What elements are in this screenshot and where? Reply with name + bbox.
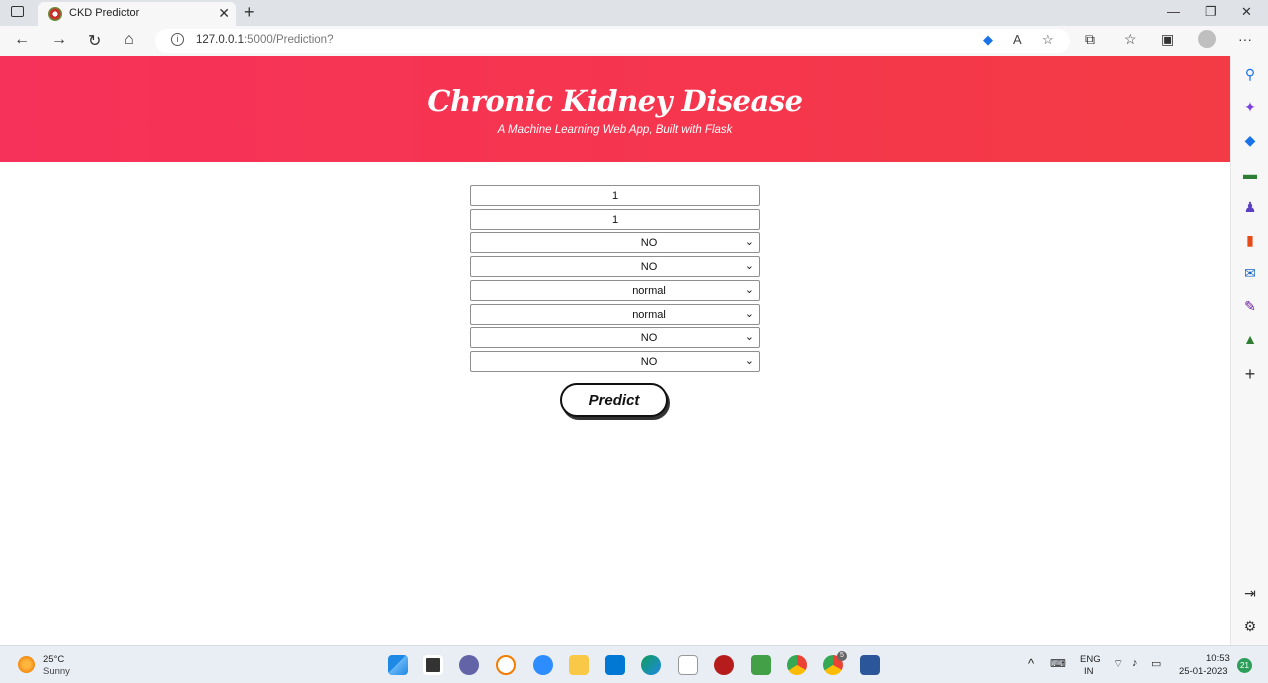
input-field-1[interactable] — [470, 185, 760, 206]
select-value: NO — [640, 356, 658, 368]
language-indicator[interactable]: ENG — [1080, 654, 1101, 665]
start-icon[interactable] — [388, 655, 408, 675]
shopping-icon[interactable]: ◆ — [1242, 132, 1258, 148]
tree-icon[interactable]: ▲ — [1242, 331, 1258, 347]
profile-avatar[interactable] — [1198, 30, 1216, 48]
refresh-icon[interactable]: ↻ — [88, 31, 101, 51]
back-icon[interactable]: ← — [14, 31, 30, 49]
extensions-icon[interactable]: ⧉ — [1085, 31, 1095, 48]
word-icon[interactable] — [860, 655, 880, 675]
chevron-down-icon: ⌄ — [744, 308, 754, 320]
jupyter-icon[interactable] — [496, 655, 516, 675]
copilot-icon[interactable]: ✦ — [1242, 99, 1258, 115]
close-window-icon[interactable]: ✕ — [1241, 4, 1252, 20]
shopping-tag-icon[interactable]: ◆ — [983, 32, 993, 48]
select-value: normal — [632, 309, 666, 321]
predict-button[interactable]: Predict — [560, 383, 668, 417]
volume-icon[interactable]: ♪ — [1132, 657, 1138, 669]
weather-temperature: 25°C — [43, 654, 65, 665]
notification-badge[interactable]: 21 — [1237, 658, 1252, 673]
weather-condition: Sunny — [43, 666, 70, 677]
search-icon[interactable]: ⚲ — [1242, 66, 1258, 82]
keyboard-app-icon[interactable] — [678, 655, 698, 675]
forward-icon[interactable]: → — [51, 31, 67, 49]
sun-icon[interactable] — [18, 656, 35, 673]
vscode-icon[interactable] — [605, 655, 625, 675]
select-value: normal — [632, 285, 666, 297]
settings-icon[interactable]: ⚙ — [1242, 618, 1258, 634]
chrome-icon[interactable] — [787, 655, 807, 675]
favorites-icon[interactable]: ☆ — [1124, 31, 1137, 48]
chevron-down-icon: ⌄ — [744, 355, 754, 367]
clock-date: 25-01-2023 — [1179, 666, 1228, 677]
minimize-icon[interactable]: — — [1167, 4, 1180, 19]
chevron-down-icon: ⌄ — [744, 284, 754, 296]
ruby-icon[interactable] — [714, 655, 734, 675]
new-tab-icon[interactable]: + — [244, 2, 255, 23]
select-field-5[interactable]: NO ⌄ — [470, 327, 760, 348]
restore-icon[interactable]: ❐ — [1205, 4, 1217, 20]
clock-time[interactable]: 10:53 — [1206, 653, 1230, 664]
chevron-down-icon: ⌄ — [744, 236, 754, 248]
keyboard-icon[interactable]: ⌨ — [1050, 657, 1066, 670]
add-favorite-icon[interactable]: ☆ — [1042, 32, 1054, 48]
select-value: NO — [640, 237, 658, 249]
chevron-down-icon: ⌄ — [744, 260, 754, 272]
select-field-6[interactable]: NO ⌄ — [470, 351, 760, 372]
outlook-icon[interactable]: ✉ — [1242, 265, 1258, 281]
select-value: NO — [640, 332, 658, 344]
page-content: Chronic Kidney Disease A Machine Learnin… — [0, 56, 1230, 645]
select-field-4[interactable]: normal ⌄ — [470, 304, 760, 325]
battery-icon[interactable]: ▭ — [1151, 657, 1161, 670]
navigation-bar: ← → ↻ ⌂ i 127.0.0.1:5000/Prediction? ◆ A… — [0, 26, 1268, 56]
designer-icon[interactable]: ✎ — [1242, 298, 1258, 314]
site-info-icon[interactable]: i — [171, 33, 184, 46]
page-title: Chronic Kidney Disease — [427, 84, 803, 118]
favicon-icon — [48, 7, 62, 21]
select-value: NO — [640, 261, 658, 273]
page-subtitle: A Machine Learning Web App, Built with F… — [497, 124, 733, 136]
tab-ckd-predictor[interactable]: CKD Predictor ✕ — [38, 2, 236, 26]
select-field-1[interactable]: NO ⌄ — [470, 232, 760, 253]
task-view-icon[interactable] — [423, 655, 443, 675]
hide-sidebar-icon[interactable]: ⇥ — [1242, 585, 1258, 601]
tab-actions-icon[interactable] — [11, 6, 24, 17]
tab-bar: CKD Predictor ✕ + — ❐ ✕ — [0, 0, 1268, 26]
taskbar: 25°C Sunny 5 ^ ⌨ ENG IN ⌔ ♪ ▭ 10:53 25-0… — [0, 645, 1268, 683]
read-aloud-icon[interactable]: A — [1013, 32, 1022, 47]
chevron-up-icon[interactable]: ^ — [1028, 656, 1034, 671]
hero-banner: Chronic Kidney Disease A Machine Learnin… — [0, 56, 1230, 162]
edge-sidebar: ⚲ ✦ ◆ ▬ ♟ ▮ ✉ ✎ ▲ + ⇥ ⚙ — [1230, 56, 1268, 645]
close-tab-icon[interactable]: ✕ — [218, 5, 230, 22]
address-bar[interactable]: i 127.0.0.1:5000/Prediction? ◆ A ☆ — [155, 29, 1070, 53]
zoom-icon[interactable] — [533, 655, 553, 675]
tools-icon[interactable]: ▬ — [1242, 166, 1258, 182]
chrome-badge: 5 — [837, 651, 847, 661]
chevron-down-icon: ⌄ — [744, 331, 754, 343]
wifi-icon[interactable]: ⌔ — [1113, 657, 1123, 671]
input-field-2[interactable] — [470, 209, 760, 230]
url-text: 127.0.0.1:5000/Prediction? — [196, 34, 334, 46]
region-indicator: IN — [1084, 666, 1094, 677]
chat-icon[interactable] — [459, 655, 479, 675]
office-icon[interactable]: ▮ — [1242, 232, 1258, 248]
add-icon[interactable]: + — [1242, 365, 1258, 383]
edge-icon[interactable] — [641, 655, 661, 675]
more-options-icon[interactable]: ··· — [1238, 31, 1252, 47]
select-field-3[interactable]: normal ⌄ — [470, 280, 760, 301]
games-icon[interactable]: ♟ — [1242, 199, 1258, 215]
tab-title: CKD Predictor — [69, 7, 140, 19]
file-explorer-icon[interactable] — [569, 655, 589, 675]
select-field-2[interactable]: NO ⌄ — [470, 256, 760, 277]
collections-icon[interactable]: ▣ — [1161, 31, 1174, 48]
home-icon[interactable]: ⌂ — [124, 31, 134, 49]
node-icon[interactable] — [751, 655, 771, 675]
